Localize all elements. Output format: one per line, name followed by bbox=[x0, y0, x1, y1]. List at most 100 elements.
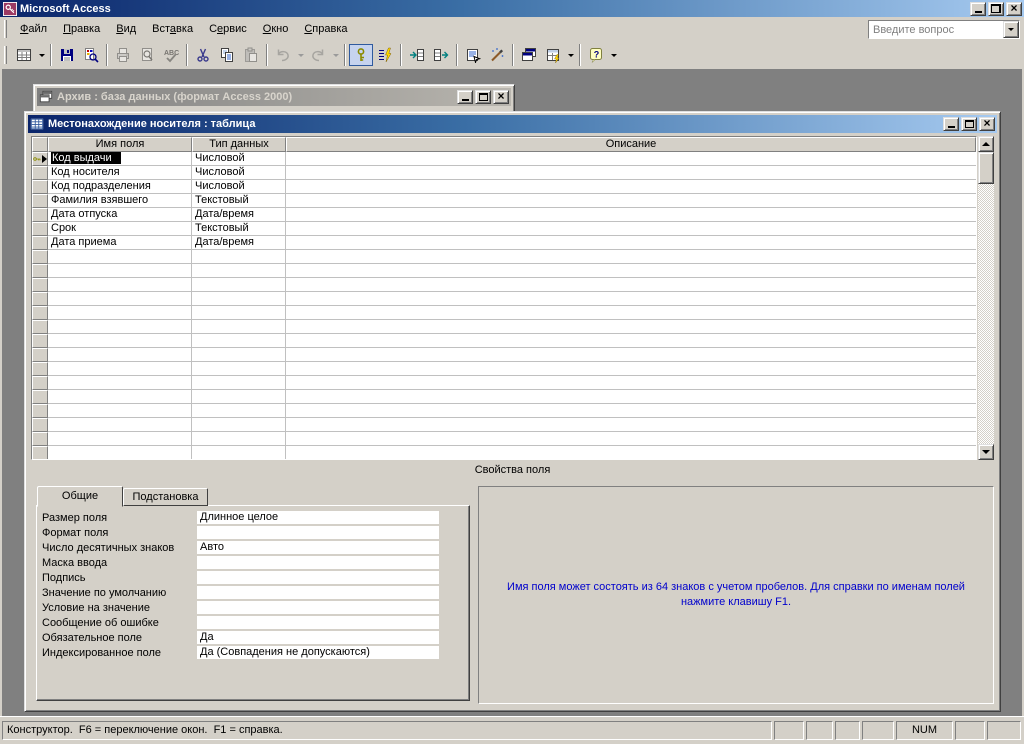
build-button[interactable] bbox=[485, 44, 509, 66]
description-cell[interactable] bbox=[286, 208, 976, 222]
field-name-cell[interactable] bbox=[48, 376, 192, 390]
row-selector[interactable] bbox=[32, 432, 48, 446]
description-cell[interactable] bbox=[286, 180, 976, 194]
field-name-cell[interactable] bbox=[48, 292, 192, 306]
data-type-cell[interactable] bbox=[192, 334, 286, 348]
table-maximize-button[interactable] bbox=[961, 117, 977, 131]
menu-item-5[interactable]: Окно bbox=[255, 21, 297, 37]
row-selector[interactable] bbox=[32, 278, 48, 292]
row-selector[interactable] bbox=[32, 404, 48, 418]
row-selector[interactable] bbox=[32, 348, 48, 362]
file-search-button[interactable] bbox=[79, 44, 103, 66]
scroll-thumb[interactable] bbox=[978, 152, 994, 184]
field-name-cell[interactable] bbox=[48, 278, 192, 292]
data-type-cell[interactable] bbox=[192, 292, 286, 306]
data-type-cell[interactable]: Числовой bbox=[192, 166, 286, 180]
question-box-text[interactable]: Введите вопрос bbox=[869, 24, 1003, 36]
redo-dropdown[interactable] bbox=[330, 44, 341, 66]
property-value[interactable] bbox=[197, 556, 439, 569]
menu-item-1[interactable]: Правка bbox=[55, 21, 108, 37]
menubar-grip[interactable] bbox=[4, 20, 7, 38]
delete-rows-button[interactable] bbox=[429, 44, 453, 66]
row-selector[interactable] bbox=[32, 362, 48, 376]
description-cell[interactable] bbox=[286, 418, 976, 432]
data-type-cell[interactable] bbox=[192, 278, 286, 292]
description-cell[interactable] bbox=[286, 292, 976, 306]
data-type-cell[interactable]: Числовой bbox=[192, 180, 286, 194]
field-name-cell[interactable]: Дата приема bbox=[48, 236, 192, 250]
data-type-cell[interactable] bbox=[192, 390, 286, 404]
row-selector[interactable] bbox=[32, 292, 48, 306]
view-design-button[interactable] bbox=[12, 44, 36, 66]
row-selector[interactable] bbox=[32, 306, 48, 320]
row-selector[interactable] bbox=[32, 390, 48, 404]
menu-item-0[interactable]: Файл bbox=[12, 21, 55, 37]
row-selector[interactable] bbox=[32, 334, 48, 348]
field-name-cell[interactable] bbox=[48, 250, 192, 264]
field-name-cell[interactable] bbox=[48, 362, 192, 376]
data-type-cell[interactable] bbox=[192, 306, 286, 320]
properties-button[interactable] bbox=[461, 44, 485, 66]
description-cell[interactable] bbox=[286, 250, 976, 264]
help-button[interactable]: ? bbox=[584, 44, 608, 66]
property-value[interactable] bbox=[197, 616, 439, 629]
row-selector[interactable] bbox=[32, 180, 48, 194]
row-selector[interactable] bbox=[32, 166, 48, 180]
data-type-cell[interactable]: Дата/время bbox=[192, 236, 286, 250]
menu-item-3[interactable]: Вставка bbox=[144, 21, 201, 37]
field-name-cell[interactable]: Срок bbox=[48, 222, 192, 236]
description-cell[interactable] bbox=[286, 390, 976, 404]
field-name-cell[interactable]: Код выдачи bbox=[48, 152, 192, 166]
menu-item-2[interactable]: Вид bbox=[108, 21, 144, 37]
app-minimize-button[interactable] bbox=[970, 1, 986, 16]
description-cell[interactable] bbox=[286, 404, 976, 418]
data-type-cell[interactable] bbox=[192, 348, 286, 362]
property-value[interactable] bbox=[197, 601, 439, 614]
grid-vertical-scrollbar[interactable] bbox=[978, 136, 994, 460]
primary-key-button[interactable] bbox=[349, 44, 373, 66]
table-close-button[interactable]: × bbox=[979, 117, 995, 131]
data-type-cell[interactable] bbox=[192, 404, 286, 418]
help-dropdown[interactable] bbox=[608, 44, 619, 66]
question-box[interactable]: Введите вопрос bbox=[868, 20, 1020, 39]
description-cell[interactable] bbox=[286, 194, 976, 208]
toolbar-grip[interactable] bbox=[4, 46, 7, 64]
undo-dropdown[interactable] bbox=[295, 44, 306, 66]
description-cell[interactable] bbox=[286, 362, 976, 376]
description-cell[interactable] bbox=[286, 222, 976, 236]
tab-general[interactable]: Общие bbox=[37, 486, 123, 507]
description-cell[interactable] bbox=[286, 334, 976, 348]
insert-rows-button[interactable] bbox=[405, 44, 429, 66]
field-name-cell[interactable]: Код носителя bbox=[48, 166, 192, 180]
row-selector[interactable] bbox=[32, 376, 48, 390]
field-name-cell[interactable] bbox=[48, 306, 192, 320]
description-cell[interactable] bbox=[286, 348, 976, 362]
table-window-title-bar[interactable]: Местонахождение носителя : таблица × bbox=[28, 115, 997, 133]
field-name-cell[interactable] bbox=[48, 320, 192, 334]
app-close-button[interactable]: × bbox=[1006, 1, 1022, 16]
tab-lookup[interactable]: Подстановка bbox=[123, 488, 208, 506]
menu-item-4[interactable]: Сервис bbox=[201, 21, 255, 37]
field-name-cell[interactable] bbox=[48, 334, 192, 348]
property-value[interactable] bbox=[197, 571, 439, 584]
description-cell[interactable] bbox=[286, 320, 976, 334]
description-cell[interactable] bbox=[286, 446, 976, 459]
data-type-cell[interactable]: Числовой bbox=[192, 152, 286, 166]
data-type-cell[interactable] bbox=[192, 320, 286, 334]
scroll-down-button[interactable] bbox=[978, 444, 994, 460]
field-name-cell[interactable] bbox=[48, 264, 192, 278]
row-selector[interactable] bbox=[32, 250, 48, 264]
property-value[interactable]: Длинное целое bbox=[197, 511, 439, 524]
row-selector[interactable] bbox=[32, 418, 48, 432]
row-selector[interactable] bbox=[32, 236, 48, 250]
data-type-cell[interactable] bbox=[192, 418, 286, 432]
data-type-cell[interactable] bbox=[192, 264, 286, 278]
property-value[interactable] bbox=[197, 586, 439, 599]
description-cell[interactable] bbox=[286, 152, 976, 166]
row-selector[interactable] bbox=[32, 194, 48, 208]
data-type-cell[interactable] bbox=[192, 250, 286, 264]
description-cell[interactable] bbox=[286, 166, 976, 180]
database-window-title-bar[interactable]: Архив : база данных (формат Access 2000)… bbox=[37, 88, 511, 106]
field-name-cell[interactable]: Дата отпуска bbox=[48, 208, 192, 222]
field-name-cell[interactable] bbox=[48, 432, 192, 446]
